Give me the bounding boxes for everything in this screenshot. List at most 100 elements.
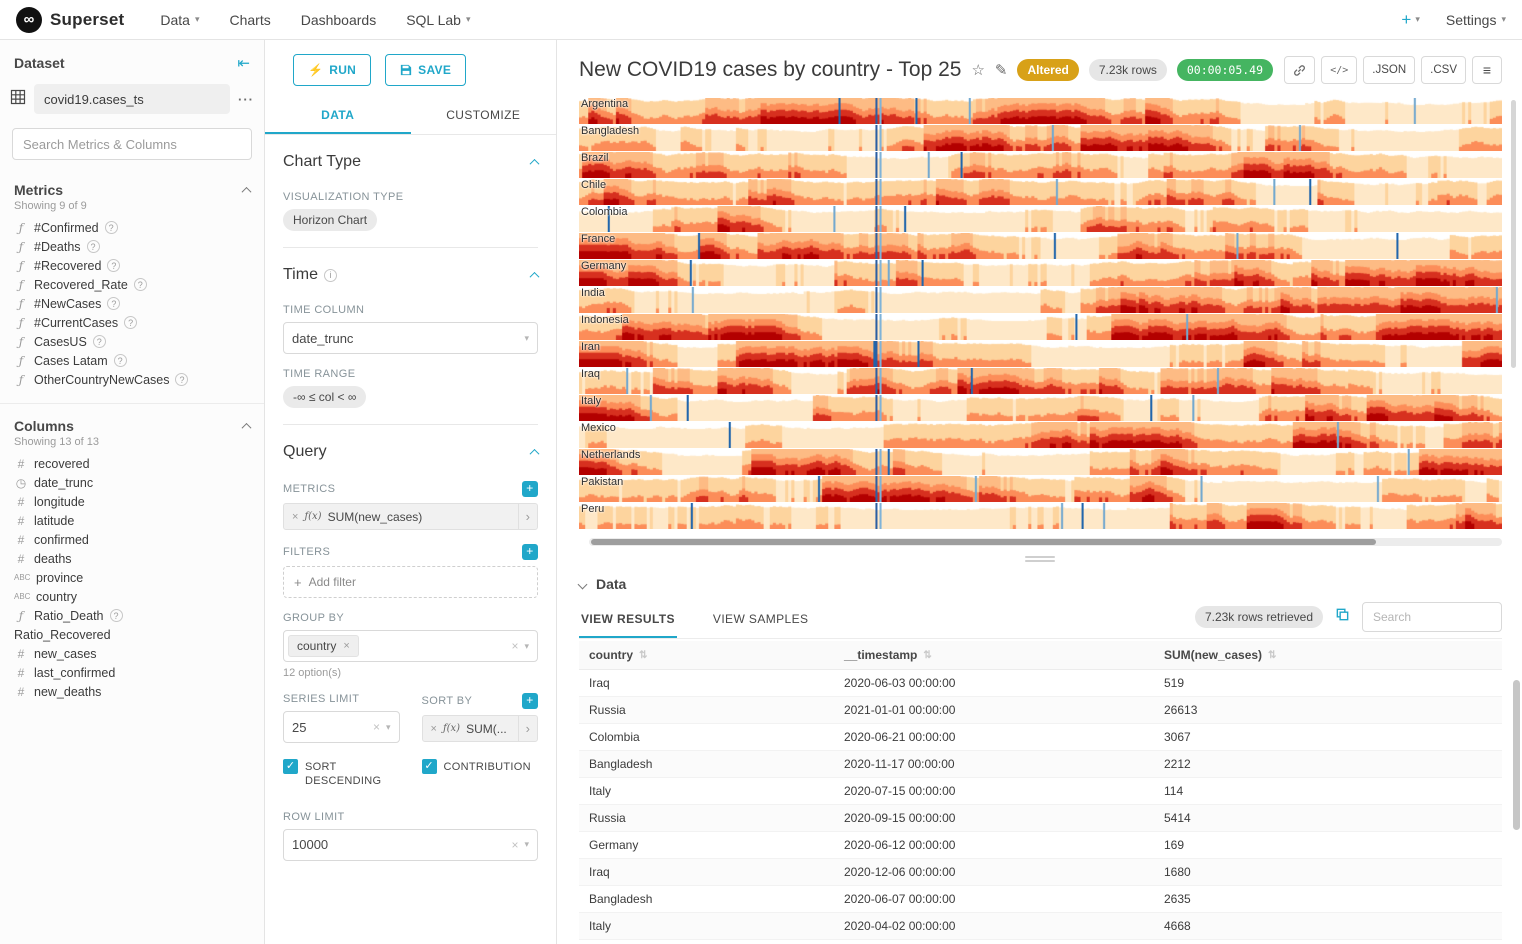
- add-filter-dropzone[interactable]: + Add filter: [283, 566, 538, 598]
- chart-type-section-title: Chart Type: [283, 153, 361, 171]
- data-section-toggle[interactable]: Data: [579, 570, 1502, 598]
- results-search-input[interactable]: [1362, 602, 1502, 632]
- column-item[interactable]: ABCcountry: [8, 587, 256, 606]
- sort-icon[interactable]: ⇅: [923, 650, 931, 661]
- group-by-tag[interactable]: country ×: [288, 635, 359, 657]
- contribution-checkbox[interactable]: ✓ CONTRIBUTION: [422, 759, 539, 789]
- embed-code-button[interactable]: </>: [1321, 56, 1357, 84]
- metric-item[interactable]: ƒRecovered_Rate?: [8, 275, 256, 294]
- run-button[interactable]: ⚡ RUN: [293, 54, 371, 86]
- clear-icon[interactable]: ×: [511, 838, 518, 852]
- column-item[interactable]: ◷date_trunc: [8, 473, 256, 492]
- series-limit-select[interactable]: 25 × ▾: [283, 711, 400, 743]
- column-header[interactable]: __timestamp⇅: [834, 641, 1154, 669]
- remove-tag-icon[interactable]: ×: [343, 640, 349, 652]
- chevron-up-icon[interactable]: [530, 448, 540, 458]
- metric-item[interactable]: ƒ#NewCases?: [8, 294, 256, 313]
- control-panel: ⚡ RUN SAVE DATA CUSTOMIZE Chart Type VIS…: [265, 40, 557, 944]
- copy-link-button[interactable]: [1284, 56, 1315, 84]
- tab-view-samples[interactable]: VIEW SAMPLES: [711, 602, 811, 638]
- chevron-up-icon[interactable]: [530, 158, 540, 168]
- chevron-up-icon[interactable]: [530, 271, 540, 281]
- dataset-panel-title: Dataset: [14, 55, 65, 71]
- settings-menu-button[interactable]: Settings ▾: [1446, 12, 1506, 28]
- results-scrollbar[interactable]: [1513, 680, 1520, 830]
- remove-sort-icon[interactable]: ×: [431, 723, 437, 735]
- add-filter-button[interactable]: +: [522, 544, 538, 560]
- nav-item-dashboards[interactable]: Dashboards: [301, 12, 377, 28]
- sort-icon[interactable]: ⇅: [1268, 650, 1276, 661]
- horizon-series: [579, 422, 1502, 448]
- column-item[interactable]: #deaths: [8, 549, 256, 568]
- nav-item-data[interactable]: Data▾: [160, 12, 199, 28]
- column-item[interactable]: Ratio_Recovered: [8, 625, 256, 644]
- column-item[interactable]: #latitude: [8, 511, 256, 530]
- time-column-select[interactable]: date_trunc ▾: [283, 322, 538, 354]
- column-header[interactable]: SUM(new_cases)⇅: [1154, 641, 1502, 669]
- sort-icon[interactable]: ⇅: [639, 650, 647, 661]
- clear-icon[interactable]: ×: [373, 720, 380, 734]
- dataset-selector[interactable]: covid19.cases_ts: [34, 84, 230, 114]
- add-metric-button[interactable]: +: [522, 481, 538, 497]
- edit-title-icon[interactable]: ✎: [995, 61, 1008, 79]
- column-item[interactable]: #longitude: [8, 492, 256, 511]
- new-menu-button[interactable]: + ▾: [1401, 10, 1419, 30]
- export-csv-button[interactable]: .CSV: [1421, 56, 1466, 84]
- superset-brand[interactable]: ∞ Superset: [16, 7, 124, 33]
- save-button[interactable]: SAVE: [385, 54, 466, 86]
- main-nav: Data▾ Charts Dashboards SQL Lab▾: [160, 12, 470, 28]
- remove-metric-icon[interactable]: ×: [292, 511, 298, 523]
- nav-item-charts[interactable]: Charts: [229, 12, 270, 28]
- column-header[interactable]: country⇅: [579, 641, 834, 669]
- horizon-country-label: Italy: [581, 395, 601, 407]
- tab-view-results[interactable]: VIEW RESULTS: [579, 602, 677, 638]
- nav-item-sql-lab[interactable]: SQL Lab▾: [406, 12, 470, 28]
- collapse-panel-icon[interactable]: ⇤: [237, 54, 250, 72]
- copy-data-icon[interactable]: [1335, 607, 1350, 627]
- column-item[interactable]: #new_cases: [8, 644, 256, 663]
- metric-item[interactable]: ƒ#CurrentCases?: [8, 313, 256, 332]
- metric-item[interactable]: ƒ#Deaths?: [8, 237, 256, 256]
- viz-type-label: VISUALIZATION TYPE: [283, 191, 404, 203]
- column-item[interactable]: #recovered: [8, 454, 256, 473]
- group-by-select[interactable]: country × × ▾: [283, 630, 538, 662]
- expand-sort-icon[interactable]: ›: [518, 716, 537, 741]
- metrics-columns-search-input[interactable]: [12, 128, 252, 160]
- metric-item[interactable]: ƒCases Latam?: [8, 351, 256, 370]
- chart-vertical-scrollbar[interactable]: [1511, 100, 1516, 368]
- clear-icon[interactable]: ×: [511, 639, 518, 653]
- horizon-series: [579, 449, 1502, 475]
- chevron-up-icon[interactable]: [242, 422, 252, 432]
- column-item[interactable]: ƒRatio_Death?: [8, 606, 256, 625]
- column-item[interactable]: ABCprovince: [8, 568, 256, 587]
- altered-badge[interactable]: Altered: [1017, 59, 1078, 81]
- metric-item[interactable]: ƒ#Recovered?: [8, 256, 256, 275]
- expand-metric-icon[interactable]: ›: [518, 504, 537, 529]
- metric-item[interactable]: ƒOtherCountryNewCases?: [8, 370, 256, 389]
- dataset-options-icon[interactable]: ···: [238, 92, 254, 107]
- column-item[interactable]: #confirmed: [8, 530, 256, 549]
- add-sort-button[interactable]: +: [522, 693, 538, 709]
- rows-retrieved-badge: 7.23k rows retrieved: [1195, 606, 1323, 628]
- column-item[interactable]: #new_deaths: [8, 682, 256, 701]
- tab-customize[interactable]: CUSTOMIZE: [411, 98, 557, 134]
- sort-by-pill[interactable]: × ƒ(x) SUM(... ›: [422, 715, 539, 742]
- tab-data[interactable]: DATA: [265, 98, 411, 134]
- metric-item[interactable]: ƒCasesUS?: [8, 332, 256, 351]
- viz-type-value[interactable]: Horizon Chart: [283, 209, 377, 231]
- scrollbar-thumb[interactable]: [591, 539, 1376, 545]
- sort-descending-checkbox[interactable]: ✓ SORT DESCENDING: [283, 759, 400, 789]
- chevron-up-icon[interactable]: [242, 186, 252, 196]
- export-json-button[interactable]: .JSON: [1363, 56, 1415, 84]
- time-range-value[interactable]: -∞ ≤ col < ∞: [283, 386, 366, 408]
- metric-pill[interactable]: × ƒ(x) SUM(new_cases) ›: [283, 503, 538, 530]
- metric-item[interactable]: ƒ#Confirmed?: [8, 218, 256, 237]
- table-cell: 2212: [1154, 751, 1502, 777]
- column-item[interactable]: #last_confirmed: [8, 663, 256, 682]
- info-icon: ?: [175, 373, 188, 386]
- row-limit-select[interactable]: 10000 × ▾: [283, 829, 538, 861]
- favorite-star-icon[interactable]: ☆: [971, 61, 984, 79]
- chart-menu-button[interactable]: ≡: [1472, 56, 1502, 84]
- panel-resize-handle[interactable]: [1025, 556, 1055, 562]
- chart-horizontal-scrollbar[interactable]: [589, 538, 1502, 546]
